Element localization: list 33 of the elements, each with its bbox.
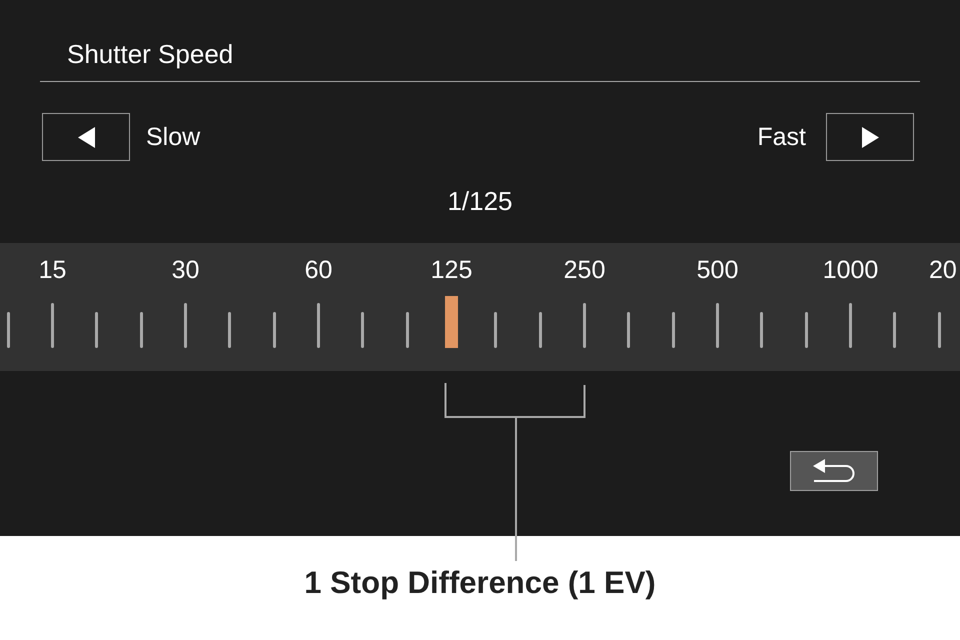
- minor-tick: [494, 312, 497, 348]
- right-arrow-button[interactable]: [826, 113, 914, 161]
- minor-tick: [627, 312, 630, 348]
- back-button[interactable]: [790, 451, 878, 491]
- minor-tick: [7, 312, 10, 348]
- current-shutter-value: 1/125: [447, 185, 513, 217]
- annotation-caption: 1 Stop Difference (1 EV): [304, 565, 656, 601]
- scale-label: 125: [430, 256, 472, 284]
- speed-direction-label: Slow: [146, 122, 200, 152]
- scale-label: 1000: [822, 256, 878, 284]
- minor-tick: [228, 312, 231, 348]
- scale-label: 500: [696, 256, 738, 284]
- minor-tick: [140, 312, 143, 348]
- minor-tick: [672, 312, 675, 348]
- right-triangle-icon: [862, 126, 878, 148]
- minor-tick: [539, 312, 542, 348]
- scale-label: 15: [38, 256, 66, 284]
- left-arrow-button[interactable]: [42, 113, 130, 161]
- scale-label: 250: [564, 256, 606, 284]
- return-arrow-icon: [813, 459, 855, 483]
- left-triangle-icon: [78, 126, 94, 148]
- minor-tick: [406, 312, 409, 348]
- scale-label: 60: [304, 256, 332, 284]
- minor-tick: [760, 312, 763, 348]
- screen-title: Shutter Speed: [67, 38, 234, 70]
- minor-tick: [893, 312, 896, 348]
- minor-tick: [805, 312, 808, 348]
- minor-tick: [95, 312, 98, 348]
- scale-label: 30: [172, 256, 200, 284]
- minor-tick: [273, 312, 276, 348]
- speed-direction-label: Fast: [757, 122, 806, 152]
- scale-label: 20: [929, 256, 957, 284]
- minor-tick: [361, 312, 364, 348]
